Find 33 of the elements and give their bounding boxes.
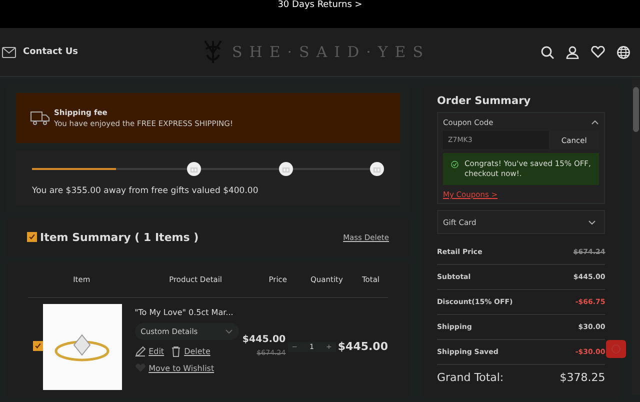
- user-icon[interactable]: [566, 46, 579, 58]
- search-icon[interactable]: [541, 46, 554, 58]
- edit-link[interactable]: Edit: [148, 347, 164, 356]
- gift-milestone-icon: [370, 162, 384, 176]
- grand-total-value: $378.25: [560, 370, 606, 384]
- gift-milestone-icon: [278, 162, 292, 176]
- item-summary-title: Item Summary ( 1 Items ): [40, 230, 199, 244]
- logo-text: SHE·SAID·YES: [232, 43, 430, 61]
- envelope-icon: [2, 46, 16, 58]
- delete-link[interactable]: Delete: [184, 347, 210, 356]
- contact-link[interactable]: Contact Us: [23, 47, 78, 57]
- gift-progress-text: You are $355.00 away from free gifts valued $400.00: [32, 186, 260, 196]
- sale-price: $445.00: [242, 334, 286, 345]
- scrollbar[interactable]: [632, 77, 640, 395]
- trash-icon: [171, 346, 182, 357]
- product-name[interactable]: "To My Love" 0.5ct Mar...: [134, 308, 242, 317]
- gift-milestone-icon: [187, 162, 201, 176]
- pencil-icon: [134, 346, 146, 357]
- heart-icon[interactable]: [591, 46, 605, 58]
- item-checkbox[interactable]: [33, 341, 43, 351]
- announcement-link[interactable]: 30 Days Returns >: [278, 0, 362, 11]
- truck-icon: [30, 111, 50, 125]
- chevron-icon[interactable]: [591, 120, 600, 125]
- chevron-icon: [224, 329, 233, 334]
- wishlist-link[interactable]: Move to Wishlist: [148, 364, 214, 372]
- grand-total-label: Grand Total:: [437, 370, 504, 384]
- chat-icon: [611, 344, 621, 354]
- select-all-checkbox[interactable]: [27, 232, 37, 242]
- globe-icon[interactable]: [617, 46, 630, 58]
- check-circle-icon: [451, 159, 458, 170]
- chevron-icon: [588, 220, 596, 224]
- line-total: $445.00: [338, 340, 388, 353]
- order-summary-title: Order Summary: [437, 95, 532, 107]
